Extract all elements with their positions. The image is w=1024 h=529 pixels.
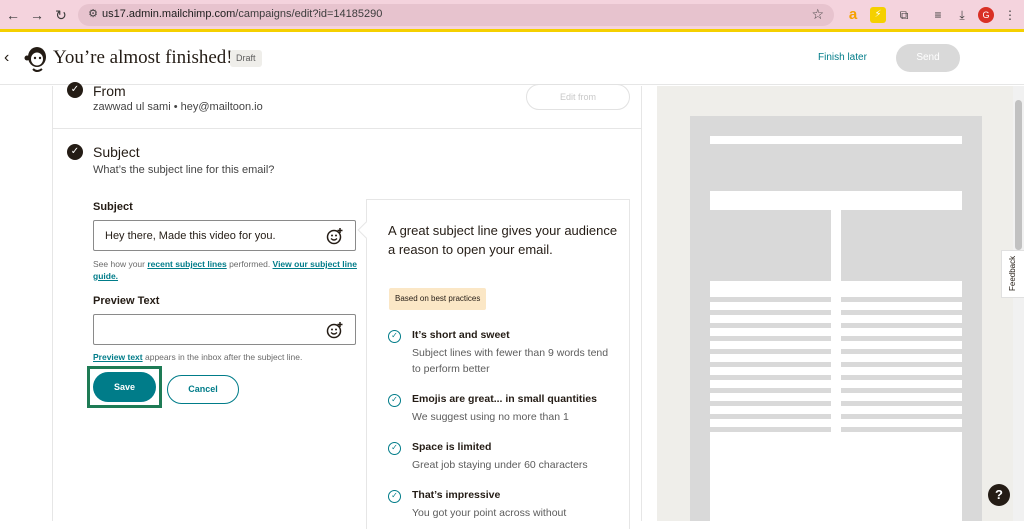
placeholder-line [710,323,831,328]
placeholder-line [841,362,962,367]
extensions-puzzle-icon[interactable]: ⧉ [896,7,912,23]
check-circle-icon: ✓ [67,144,83,160]
help-button[interactable]: ? [988,484,1010,506]
preview-text-link[interactable]: Preview text [93,352,143,362]
download-icon[interactable]: ⤓ [954,7,970,23]
save-button[interactable]: Save [93,372,156,402]
subject-section-subtitle: What’s the subject line for this email? [93,164,275,176]
site-info-icon[interactable]: ⚙ [86,7,100,21]
check-circle-icon: ✓ [67,82,83,98]
placeholder-line [841,401,962,406]
placeholder-line [841,349,962,354]
placeholder-line [841,414,962,419]
check-circle-icon: ✓ [388,490,401,503]
menu-icon[interactable]: ⋮ [1002,7,1018,23]
status-badge: Draft [230,50,262,67]
mailchimp-logo-icon[interactable] [24,45,50,73]
placeholder-line [841,375,962,380]
placeholder-line [710,362,831,367]
email-preview-placeholder [690,116,982,521]
best-practices-badge: Based on best practices [389,288,487,310]
preview-help-text: Preview text appears in the inbox after … [93,352,303,362]
placeholder-header [710,144,962,191]
placeholder-line [710,297,831,302]
emoji-picker-icon[interactable] [326,321,344,339]
placeholder-line [710,388,831,393]
from-section-title: From [93,83,126,99]
feedback-label[interactable]: Feedback [1008,256,1017,291]
placeholder-line [841,310,962,315]
scrollbar-thumb[interactable] [1015,100,1022,250]
tips-pointer [357,221,375,239]
placeholder-line [841,336,962,341]
placeholder-image [710,210,831,281]
cancel-button[interactable]: Cancel [167,375,239,404]
placeholder-line [841,297,962,302]
placeholder-line [710,336,831,341]
forward-arrow-icon[interactable]: → [28,6,46,24]
check-circle-icon: ✓ [388,442,401,455]
from-details: zawwad ul sami • hey@mailtoon.io [93,101,263,113]
preview-text-input[interactable] [93,314,356,345]
placeholder-line [710,349,831,354]
placeholder-line [710,414,831,419]
check-circle-icon: ✓ [388,394,401,407]
app-header: ‹ You’re almost finished! Draft Finish l… [0,35,1024,85]
subject-tips-panel: A great subject line gives your audience… [357,199,630,529]
placeholder-line [841,388,962,393]
subject-section-title: Subject [93,144,140,160]
page-title: You’re almost finished! [53,47,233,68]
check-circle-icon: ✓ [388,330,401,343]
address-bar[interactable]: ⚙ us17.admin.mailchimp.com/campaigns/edi… [78,4,834,26]
from-name: zawwad ul sami [93,101,171,113]
email-preview-pane [657,86,1013,521]
placeholder-line [710,375,831,380]
feedback-tab[interactable]: Feedback [1001,250,1024,298]
placeholder-line [710,427,831,432]
back-arrow-icon[interactable]: ← [4,6,22,24]
placeholder-image [841,210,962,281]
emoji-picker-icon[interactable] [326,227,344,245]
edit-from-button[interactable]: Edit from [526,84,630,110]
recent-subject-lines-link[interactable]: recent subject lines [147,259,226,269]
bookmark-star-icon[interactable]: ☆ [811,6,824,23]
reading-list-icon[interactable]: ≡ [930,7,946,23]
preview-text-label: Preview Text [93,295,160,307]
subject-label: Subject [93,201,133,213]
placeholder-line [710,401,831,406]
chevron-left-icon[interactable]: ‹ [4,49,9,67]
campaign-editor: ✓ From zawwad ul sami • hey@mailtoon.io … [52,82,642,529]
url-text[interactable]: us17.admin.mailchimp.com/campaigns/edit?… [102,8,382,20]
finish-later-link[interactable]: Finish later [818,52,867,63]
browser-toolbar: ← → ↻ ⚙ us17.admin.mailchimp.com/campaig… [0,0,1024,32]
from-email: hey@mailtoon.io [180,101,263,113]
extension-a-icon[interactable]: a [845,7,861,23]
reload-icon[interactable]: ↻ [52,6,70,24]
separator: • [173,101,178,113]
tips-heading: A great subject line gives your audience… [388,223,618,257]
section-divider [53,128,641,129]
placeholder-line [841,323,962,328]
page-scrollbar[interactable] [1013,86,1024,521]
subject-input-value[interactable]: Hey there, Made this video for you. [105,230,276,242]
placeholder-line [710,310,831,315]
profile-avatar-icon[interactable]: G [978,7,994,23]
subject-input[interactable]: Hey there, Made this video for you. [93,220,356,251]
extension-bolt-icon[interactable]: ⚡ [870,7,886,23]
placeholder-line [841,427,962,432]
subject-help-text: See how your recent subject lines perfor… [93,259,357,281]
send-button[interactable]: Send [896,44,960,72]
